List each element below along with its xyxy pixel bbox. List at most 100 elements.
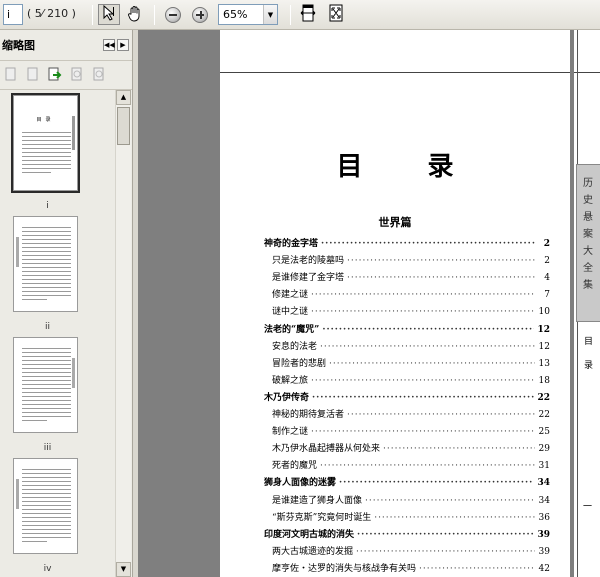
toc-page-number: 42 <box>538 563 550 574</box>
thumbnail-label: iii <box>43 443 52 453</box>
toc-entry[interactable]: 木乃伊水晶起搏器从何处来 ····························… <box>264 441 550 454</box>
toc-leader-dots: ········································… <box>419 563 535 574</box>
thumbnail-page[interactable] <box>13 337 78 433</box>
toc-entry[interactable]: 两大古城遗迹的发掘 ·······························… <box>264 544 550 557</box>
insert-page-button[interactable] <box>46 66 64 84</box>
toc-page-number: 25 <box>538 427 550 438</box>
toc-entry[interactable]: 是谁建造了狮身人面像 ······························… <box>264 493 550 506</box>
toc-entry-title: “斯芬克斯”究竟何时诞生 <box>272 512 372 523</box>
toc-page-number: 12 <box>537 324 550 335</box>
toc-entry[interactable]: 修建之谜 ····································… <box>264 287 550 300</box>
toc-entry-title: 印度河文明古城的消失 <box>264 529 355 540</box>
book-spine-band: 历史悬案大全集 <box>576 164 600 322</box>
toc-page-number: 7 <box>544 290 550 301</box>
toc-page-number: 18 <box>538 375 550 386</box>
toc-entry[interactable]: 死者的魔咒 ···································… <box>264 458 550 471</box>
toc-entry[interactable]: 法老的“魔咒” ·································… <box>264 322 550 335</box>
thumbnail-label: ii <box>44 322 50 332</box>
toc-entry-title: 破解之旅 <box>272 375 309 386</box>
page-number-input[interactable]: i <box>3 4 23 25</box>
zoom-in-button[interactable] <box>189 4 211 25</box>
toc-entry[interactable]: 狮身人面像的迷雾 ································… <box>264 475 550 488</box>
toc-leader-dots: ········································… <box>322 324 534 335</box>
toc-entry[interactable]: 木乃伊传奇 ···································… <box>264 390 550 403</box>
collapse-panel-button[interactable]: ◀◀ <box>103 39 115 51</box>
zoom-out-button[interactable] <box>162 4 184 25</box>
scroll-down-button[interactable]: ▼ <box>116 562 131 577</box>
toc-entry[interactable]: 安息的法老 ···································… <box>264 339 550 352</box>
chevron-down-icon[interactable]: ▼ <box>263 5 277 24</box>
toc-entry[interactable]: “斯芬克斯”究竟何时诞生 ····························… <box>264 510 550 523</box>
select-tool-button[interactable] <box>98 4 120 25</box>
toc-leader-dots: ········································… <box>329 358 535 369</box>
extract-page-button[interactable] <box>24 66 42 84</box>
toc-entry[interactable]: 冒险者的悲剧 ··································… <box>264 356 550 369</box>
book-title-vertical: 历史悬案大全集 <box>583 178 593 291</box>
rotate-page-button[interactable] <box>90 66 108 84</box>
pdf-viewer-window: i ( 5⁄ 210 ) 65% ▼ 缩略图 ◀◀ ▶ 目录 i ii iii … <box>0 0 600 577</box>
toc-page-number: 29 <box>538 444 550 455</box>
toc-page-number: 34 <box>537 478 550 489</box>
toc-entry-title: 狮身人面像的迷雾 <box>264 478 337 489</box>
minus-icon <box>165 6 181 23</box>
toc-page-number: 2 <box>544 256 550 267</box>
thumbnail-page[interactable] <box>13 216 78 312</box>
arrow-down-icon: ▼ <box>120 565 127 573</box>
page-count-label: ( 5⁄ 210 ) <box>27 7 76 20</box>
thumbnail-page[interactable] <box>13 458 78 554</box>
toc-leader-dots: ········································… <box>311 375 535 386</box>
toc-leader-dots: ········································… <box>320 341 535 352</box>
toc-entry[interactable]: 破解之旅 ····································… <box>264 373 550 386</box>
hand-tool-button[interactable] <box>124 4 146 25</box>
document-view[interactable]: 目 录 世界篇 神奇的金字塔 ··························… <box>138 30 600 577</box>
toolbar-separator <box>92 5 93 25</box>
toc-page-number: 13 <box>538 358 550 369</box>
toc-page-number: 22 <box>537 392 550 403</box>
toc-entry-title: 冒险者的悲剧 <box>272 358 327 369</box>
toc-entry[interactable]: 是谁修建了金字塔 ································… <box>264 270 550 283</box>
toc-entry-title: 只是法老的陵墓吗 <box>272 256 345 267</box>
thumbnail-list: 目录 i ii iii iv <box>0 90 114 577</box>
thumbnail-page[interactable]: 目录 <box>11 93 80 193</box>
toc-entry[interactable]: 神秘的期待复活者 ································… <box>264 407 550 420</box>
cursor-arrow-icon <box>102 4 116 24</box>
toc-entry-title: 是谁建造了狮身人面像 <box>272 495 363 506</box>
extract-page-icon <box>26 66 40 85</box>
toc-leader-dots: ········································… <box>339 478 534 489</box>
replace-page-button[interactable] <box>68 66 86 84</box>
toc-entry[interactable]: 谜中之谜 ····································… <box>264 304 550 317</box>
toc-page-number: 36 <box>538 512 550 523</box>
replace-page-icon <box>70 66 84 85</box>
hand-icon <box>127 5 143 25</box>
zoom-select[interactable]: 65% ▼ <box>218 4 278 25</box>
thumbnail-panel-title: 缩略图 <box>2 39 35 52</box>
fit-width-button[interactable] <box>297 4 319 25</box>
section-heading: 世界篇 <box>378 216 412 229</box>
toc-leader-dots: ········································… <box>347 273 535 284</box>
scroll-up-button[interactable]: ▲ <box>116 90 131 105</box>
delete-page-icon <box>4 66 18 85</box>
toc-page-number: 2 <box>543 239 550 249</box>
zoom-value: 65% <box>223 8 248 21</box>
toc-entry-title: 木乃伊传奇 <box>264 392 310 403</box>
page-title: 目 录 <box>336 152 482 182</box>
delete-page-button[interactable] <box>2 66 20 84</box>
panel-options-button[interactable]: ▶ <box>117 39 129 51</box>
toc-entry[interactable]: 只是法老的陵墓吗 ································… <box>264 253 550 266</box>
toc-entry-title: 是谁修建了金字塔 <box>272 273 345 284</box>
toc-entry[interactable]: 摩亨佐・达罗的消失与核战争有关吗 ························… <box>264 561 550 574</box>
toc-entry[interactable]: 制作之谜 ····································… <box>264 424 550 437</box>
toc-entry-title: 谜中之谜 <box>272 307 309 318</box>
toc-leader-dots: ········································… <box>321 239 535 249</box>
thumbnail-scrollbar[interactable]: ▲ ▼ <box>115 90 131 577</box>
toc-entry-title: 两大古城遗迹的发掘 <box>272 546 354 557</box>
toc-entry[interactable]: 印度河文明古城的消失 ······························… <box>264 527 550 540</box>
chevron-right-icon: ▶ <box>120 41 126 49</box>
toc-entry-title: 神奇的金字塔 <box>264 239 319 249</box>
toc-entry[interactable]: 神奇的金字塔 ··································… <box>264 236 550 249</box>
toc-page-number: 34 <box>538 495 550 506</box>
toc-entry-title: 法老的“魔咒” <box>264 324 320 335</box>
fit-page-button[interactable] <box>325 4 347 25</box>
scrollbar-thumb[interactable] <box>117 107 130 145</box>
toc-leader-dots: ········································… <box>311 290 535 301</box>
